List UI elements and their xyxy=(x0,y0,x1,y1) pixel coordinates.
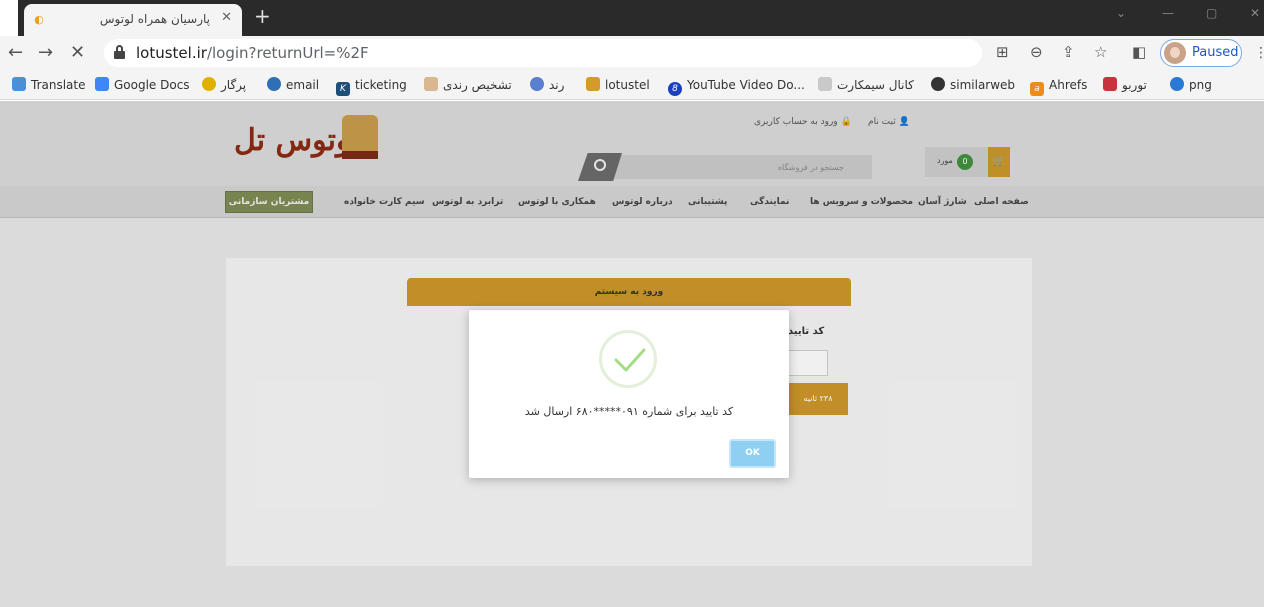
url-host: lotustel.ir xyxy=(136,44,207,62)
back-icon[interactable]: ← xyxy=(8,42,23,64)
screen: ◐ پارسیان همراه لوتوس ✕ + ⌄ — ▢ ✕ ← → ✕ … xyxy=(0,0,1264,607)
success-check-icon xyxy=(599,330,657,388)
bookmarks-bar: Translate Google Docs پرگار email Kticke… xyxy=(0,70,1264,100)
telegram-icon xyxy=(818,77,832,91)
bookmark-item[interactable]: توربو xyxy=(1103,77,1147,93)
ticketing-icon: K xyxy=(336,82,350,96)
url-path: /login?returnUrl=%2F xyxy=(206,44,369,62)
tabstrip-edge xyxy=(0,0,18,36)
zoom-icon[interactable]: ⊖ xyxy=(1030,42,1043,62)
close-tab-icon[interactable]: ✕ xyxy=(221,10,232,25)
bookmark-label: ticketing xyxy=(355,78,407,92)
bookmark-item[interactable]: کانال سیمکارت xyxy=(818,77,914,93)
bookmark-label: کانال سیمکارت xyxy=(837,78,914,92)
turbo-icon xyxy=(1103,77,1117,91)
menu-icon[interactable]: ⋮ xyxy=(1254,44,1264,62)
bookmark-label: email xyxy=(286,78,320,92)
dialog-message: کد تایید برای شماره ۰۹۱*****۶۸۰ ارسال شد xyxy=(524,405,734,418)
loading-favicon-icon: ◐ xyxy=(34,13,44,26)
bookmark-item[interactable]: png xyxy=(1170,77,1212,93)
stop-loading-icon[interactable]: ✕ xyxy=(70,42,85,64)
bookmark-label: Google Docs xyxy=(114,78,190,92)
bookmark-label: Ahrefs xyxy=(1049,78,1088,92)
bookmark-label: پرگار xyxy=(221,78,247,92)
bookmark-item[interactable]: lotustel xyxy=(586,77,650,93)
lotustel-icon xyxy=(586,77,600,91)
chevron-down-icon[interactable]: ⌄ xyxy=(1116,6,1126,20)
bookmark-label: توربو xyxy=(1122,78,1147,92)
bookmark-label: png xyxy=(1189,78,1212,92)
avatar xyxy=(1164,42,1186,64)
bookmark-item[interactable]: similarweb xyxy=(931,77,1015,93)
web-page: لوتوس تل 🔒 ورود به حساب کاربری 👤 ثبت نام… xyxy=(0,101,1264,607)
browser-toolbar: ← → ✕ lotustel.ir/login?returnUrl=%2F ⊞ … xyxy=(0,36,1264,70)
address-bar[interactable]: lotustel.ir/login?returnUrl=%2F xyxy=(104,39,982,67)
bookmark-label: رند xyxy=(549,78,565,92)
bookmark-item[interactable]: 8 YouTube Video Do... xyxy=(668,77,805,96)
bookmark-item[interactable]: رند xyxy=(530,77,564,93)
bookmark-label: YouTube Video Do... xyxy=(687,78,805,92)
translate-page-icon[interactable]: ⊞ xyxy=(996,42,1009,62)
ok-button[interactable]: OK xyxy=(729,439,776,468)
rendi-icon xyxy=(424,77,438,91)
bookmark-item[interactable]: email xyxy=(267,77,319,93)
profile-button[interactable]: Paused xyxy=(1160,39,1242,67)
url-text[interactable]: lotustel.ir/login?returnUrl=%2F xyxy=(136,44,369,62)
tab-title: پارسیان همراه لوتوس xyxy=(99,12,210,26)
email-icon xyxy=(267,77,281,91)
checkmark-icon xyxy=(614,348,646,372)
maximize-icon[interactable]: ▢ xyxy=(1206,6,1217,20)
bookmark-item[interactable]: تشخیص رندی xyxy=(424,77,512,93)
success-dialog: کد تایید برای شماره ۰۹۱*****۶۸۰ ارسال شد… xyxy=(469,310,789,478)
bookmark-item[interactable]: Kticketing xyxy=(336,77,407,96)
bookmark-item[interactable]: Google Docs xyxy=(95,77,190,93)
bookmark-item[interactable]: Translate xyxy=(12,77,86,93)
bookmark-item[interactable]: پرگار xyxy=(202,77,246,93)
ahrefs-icon: a xyxy=(1030,82,1044,96)
youtube-dl-icon: 8 xyxy=(668,82,682,96)
minimize-icon[interactable]: — xyxy=(1162,6,1174,20)
lock-icon[interactable] xyxy=(114,45,125,59)
bookmark-label: تشخیص رندی xyxy=(443,78,512,92)
profile-status: Paused xyxy=(1192,45,1239,60)
side-panel-icon[interactable]: ◧ xyxy=(1132,42,1146,62)
bookmark-label: lotustel xyxy=(605,78,650,92)
bookmark-label: similarweb xyxy=(950,78,1016,92)
new-tab-button[interactable]: + xyxy=(254,4,271,28)
translate-icon xyxy=(12,77,26,91)
bookmark-label: Translate xyxy=(31,78,86,92)
pargar-icon xyxy=(202,77,216,91)
close-window-icon[interactable]: ✕ xyxy=(1250,6,1260,20)
docs-icon xyxy=(95,77,109,91)
similarweb-icon xyxy=(931,77,945,91)
browser-tab[interactable]: ◐ پارسیان همراه لوتوس ✕ xyxy=(24,4,242,36)
bookmark-star-icon[interactable]: ☆ xyxy=(1094,42,1107,62)
rond-icon xyxy=(530,77,544,91)
forward-icon[interactable]: → xyxy=(38,42,53,64)
png-icon xyxy=(1170,77,1184,91)
share-icon[interactable]: ⇪ xyxy=(1062,42,1075,62)
bookmark-item[interactable]: a Ahrefs xyxy=(1030,77,1088,96)
tab-strip: ◐ پارسیان همراه لوتوس ✕ + ⌄ — ▢ ✕ xyxy=(0,0,1264,36)
